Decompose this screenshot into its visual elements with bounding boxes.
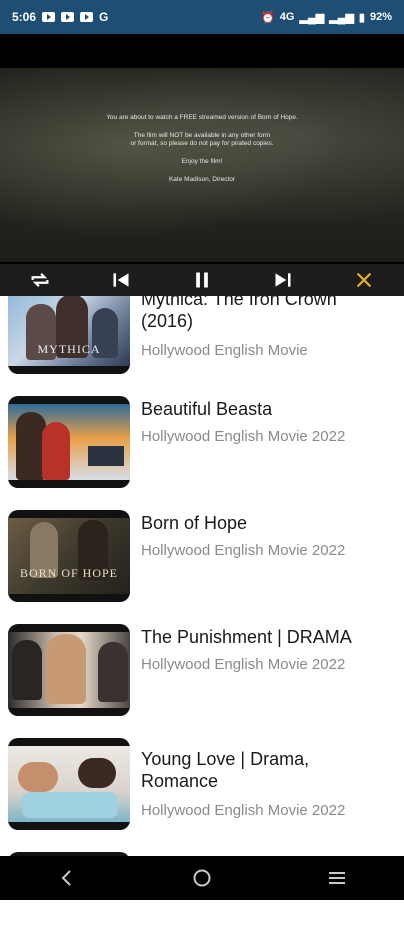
- signal-icon-2: ▂▄▆: [329, 11, 354, 24]
- notice-line: Enjoy the film!: [181, 158, 223, 165]
- close-button[interactable]: [349, 265, 379, 295]
- movie-title[interactable]: Young Love | Drama, Romance: [141, 748, 391, 792]
- youtube-notification-icon: [80, 12, 94, 22]
- signal-icon: ▂▄▆: [299, 11, 325, 24]
- notice-line: or format, so please do not pay for pira…: [130, 140, 274, 147]
- repeat-button[interactable]: [25, 265, 55, 295]
- movie-thumbnail[interactable]: BORN OF HOPE: [8, 510, 130, 602]
- player-controls: [0, 264, 404, 296]
- notice-line: Kate Madison, Director: [168, 176, 236, 183]
- close-icon: [356, 273, 371, 287]
- previous-button[interactable]: [106, 265, 136, 295]
- home-icon: [193, 869, 211, 887]
- skip-previous-icon: [113, 273, 129, 287]
- movie-thumbnail[interactable]: [8, 738, 130, 830]
- pause-icon: [196, 272, 208, 288]
- movie-thumbnail[interactable]: [8, 624, 130, 716]
- youtube-notification-icon: [42, 12, 56, 22]
- notice-line: You are about to watch a FREE streamed v…: [106, 114, 298, 121]
- movie-subtitle: Hollywood English Movie 2022: [141, 656, 346, 673]
- movie-subtitle: Hollywood English Movie 2022: [141, 428, 346, 445]
- pause-button[interactable]: [187, 265, 217, 295]
- video-notice: You are about to watch a FREE streamed v…: [0, 114, 404, 190]
- network-label: 4G: [279, 11, 295, 23]
- back-icon: [61, 870, 72, 886]
- status-time: 5:06: [12, 10, 37, 24]
- menu-icon: [328, 872, 345, 884]
- movie-subtitle: Hollywood English Movie 2022: [141, 802, 346, 819]
- movie-subtitle: Hollywood English Movie: [141, 342, 308, 359]
- repeat-icon: [31, 272, 49, 288]
- list-item[interactable]: Young Love | Drama, Romance Hollywood En…: [0, 738, 404, 834]
- battery-level: 92%: [369, 11, 392, 23]
- navigation-bar: [0, 856, 404, 900]
- list-item[interactable]: BORN OF HOPE Born of Hope Hollywood Engl…: [0, 510, 404, 606]
- movie-thumbnail[interactable]: [8, 396, 130, 488]
- movie-title[interactable]: Beautiful Beasta: [141, 398, 391, 420]
- movie-subtitle: Hollywood English Movie 2022: [141, 542, 346, 559]
- battery-icon: ▮: [358, 11, 365, 24]
- google-notification-icon: G: [99, 10, 109, 24]
- movie-title[interactable]: Born of Hope: [141, 512, 391, 534]
- video-player[interactable]: You are about to watch a FREE streamed v…: [0, 34, 404, 264]
- list-item[interactable]: The Punishment | DRAMA Hollywood English…: [0, 624, 404, 720]
- movie-title[interactable]: The Punishment | DRAMA: [141, 626, 391, 648]
- thumbnail-title: MYTHICA: [37, 342, 101, 356]
- notice-line: The film will NOT be available in any ot…: [133, 132, 271, 139]
- status-bar: 5:06 G ⏰ 4G ▂▄▆ ▂▄▆ ▮ 92%: [0, 0, 404, 34]
- list-item[interactable]: Beautiful Beasta Hollywood English Movie…: [0, 396, 404, 492]
- thumbnail-title: BORN OF HOPE: [19, 566, 118, 580]
- alarm-icon: ⏰: [261, 11, 275, 24]
- next-button[interactable]: [268, 265, 298, 295]
- recents-button[interactable]: [322, 863, 352, 893]
- home-button[interactable]: [187, 863, 217, 893]
- skip-next-icon: [275, 273, 291, 287]
- back-button[interactable]: [52, 863, 82, 893]
- youtube-notification-icon: [61, 12, 75, 22]
